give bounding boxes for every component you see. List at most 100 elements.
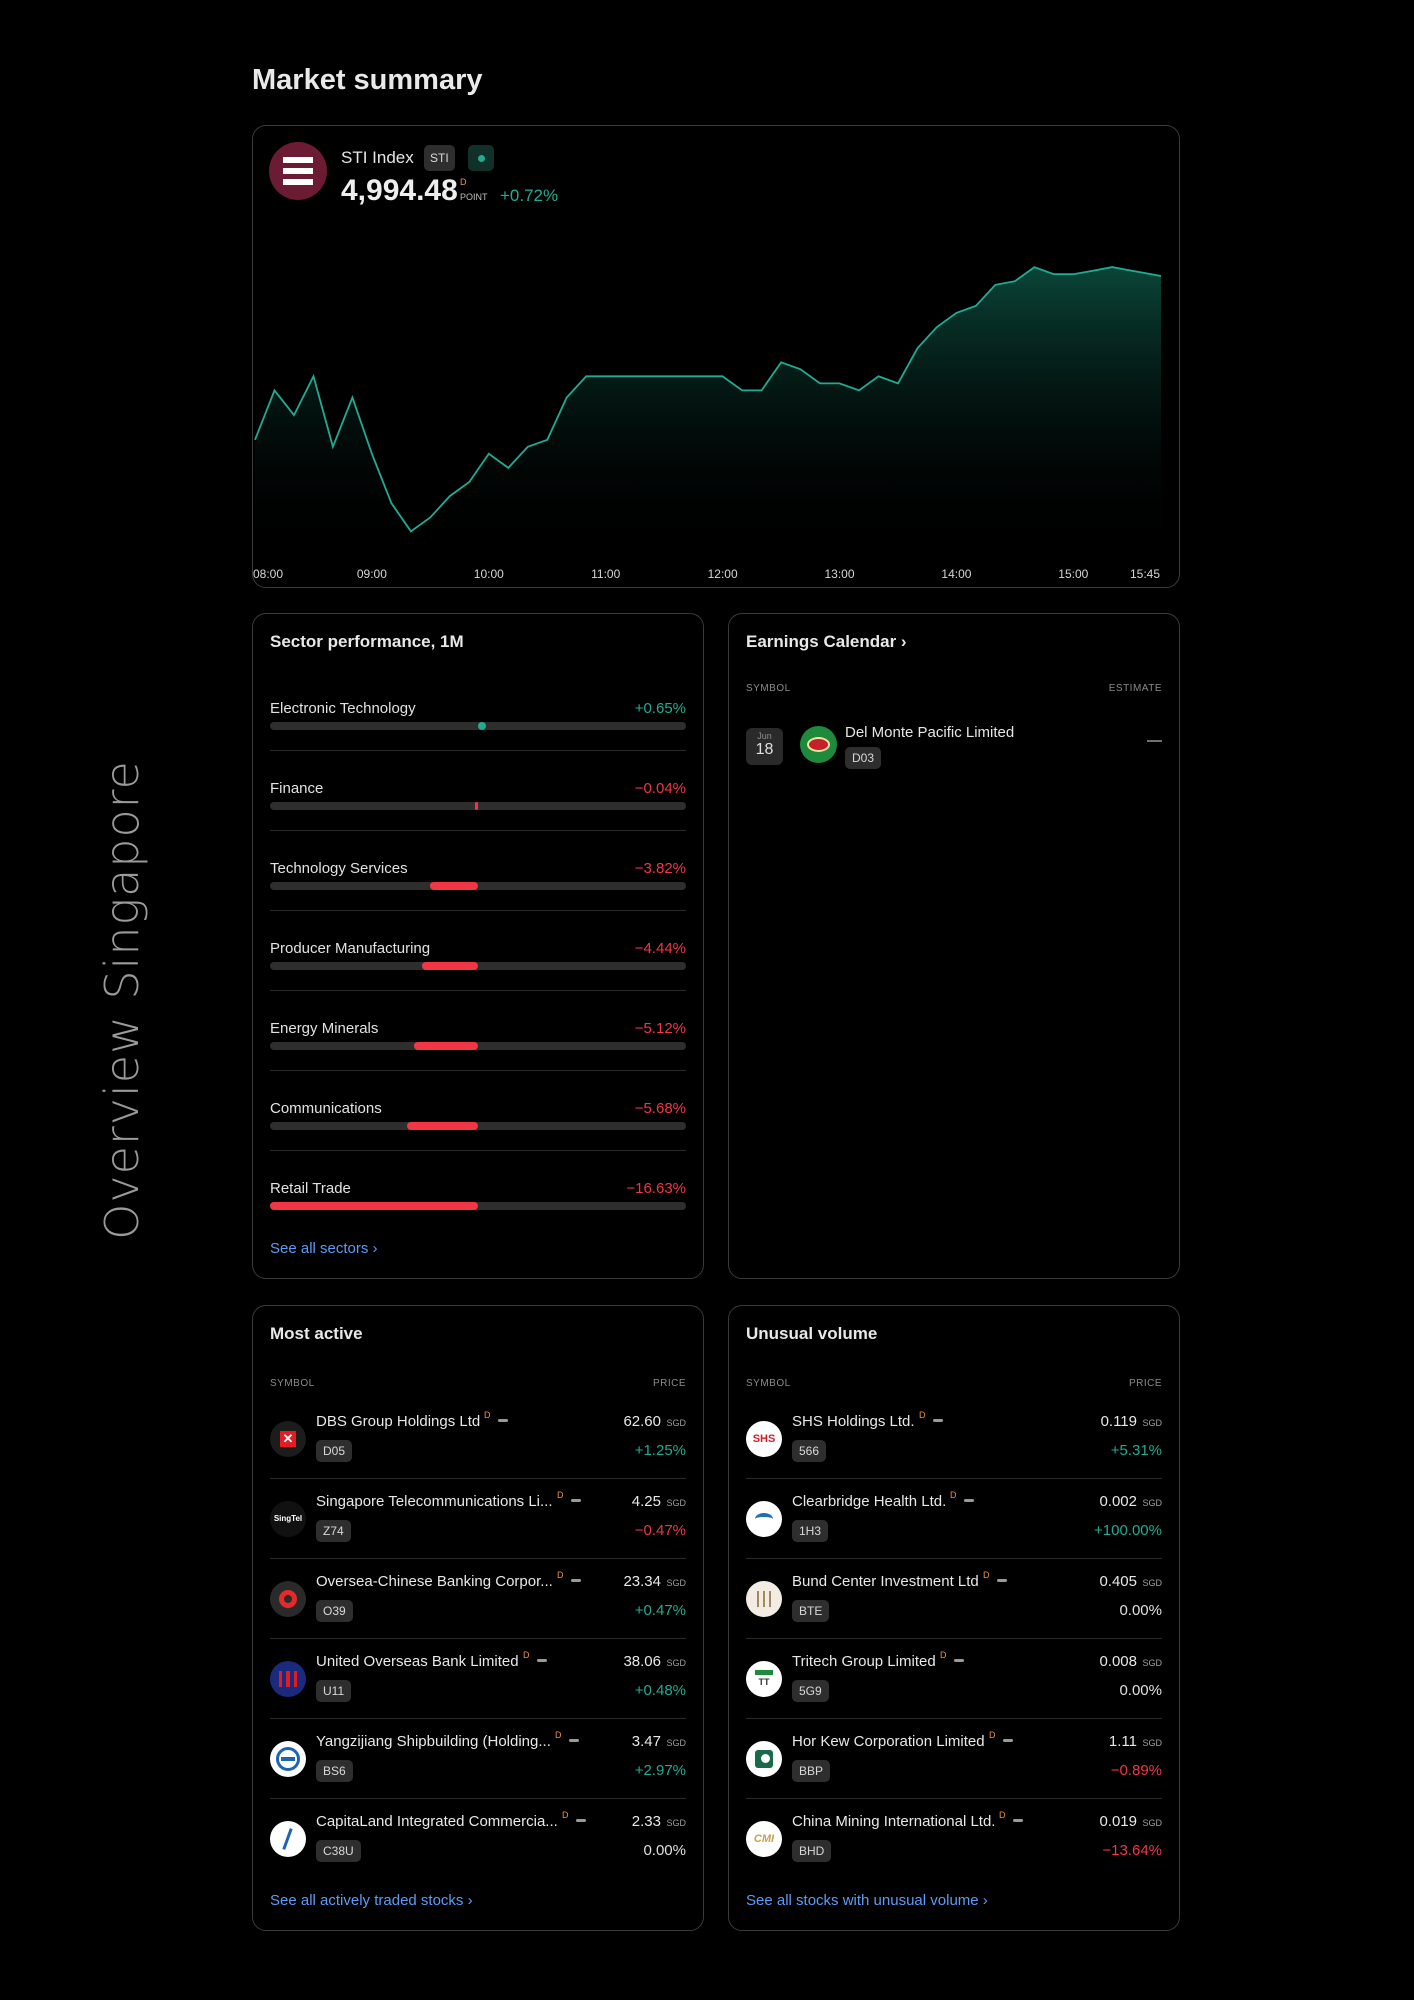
stock-name[interactable]: China Mining International Ltd. <box>792 1813 995 1830</box>
stock-name[interactable]: Singapore Telecommunications Li... <box>316 1493 553 1510</box>
row-divider <box>746 1718 1162 1719</box>
index-name[interactable]: STI Index <box>341 148 414 168</box>
sector-bar-track <box>270 802 686 810</box>
stock-ticker: BTE <box>792 1600 830 1622</box>
status-dash-icon <box>571 1579 581 1582</box>
unusual-volume-title: Unusual volume <box>746 1324 878 1343</box>
stock-name[interactable]: CapitaLand Integrated Commercia... <box>316 1813 558 1830</box>
x-tick-label: 12:00 <box>708 567 738 581</box>
cmi-logo-icon: CMI <box>746 1821 782 1857</box>
stock-row[interactable]: SHS SHS Holdings Ltd. D 566 0.119 SGD +5.31% <box>746 1409 1162 1489</box>
stock-name[interactable]: Tritech Group Limited <box>792 1653 936 1670</box>
sector-row[interactable]: Energy Minerals −5.12% <box>270 1020 686 1100</box>
market-status-icon <box>468 145 494 171</box>
earnings-company-name[interactable]: Del Monte Pacific Limited <box>845 724 1014 741</box>
stock-row[interactable]: TT Tritech Group Limited D 5G9 0.008 SGD 0.00% <box>746 1649 1162 1729</box>
stock-row[interactable]: SingTel Singapore Telecommunications Li..… <box>270 1489 686 1569</box>
delayed-marker: D <box>983 1570 990 1580</box>
stock-row[interactable]: United Overseas Bank Limited D U11 38.06 SGD… <box>270 1649 686 1729</box>
sector-title: Sector performance, 1M <box>270 632 464 651</box>
most-active-title: Most active <box>270 1324 363 1343</box>
stock-name[interactable]: Bund Center Investment Ltd <box>792 1573 979 1590</box>
sector-row[interactable]: Electronic Technology +0.65% <box>270 700 686 780</box>
earnings-date: Jun 18 <box>746 728 783 765</box>
stock-currency: SGD <box>666 1418 686 1428</box>
sector-name: Retail Trade <box>270 1180 351 1197</box>
stock-change: −0.47% <box>634 1522 686 1539</box>
x-tick-label: 08:00 <box>253 567 283 581</box>
stock-price: 38.06 <box>623 1653 661 1670</box>
sector-change: −4.44% <box>634 940 686 957</box>
status-dash-icon <box>1003 1739 1013 1742</box>
stock-change: +0.47% <box>634 1602 686 1619</box>
index-card[interactable]: STI Index STI 4,994.48 D POINT +0.72% 08… <box>252 125 1180 588</box>
stock-change: +1.25% <box>634 1442 686 1459</box>
earnings-ticker: D03 <box>845 747 882 769</box>
row-divider <box>746 1798 1162 1799</box>
stock-currency: SGD <box>1142 1818 1162 1828</box>
stock-name[interactable]: SHS Holdings Ltd. <box>792 1413 915 1430</box>
row-divider <box>270 910 686 911</box>
earnings-title[interactable]: Earnings Calendar › <box>746 632 907 652</box>
sector-row[interactable]: Producer Manufacturing −4.44% <box>270 940 686 1020</box>
stock-ticker: O39 <box>316 1600 353 1622</box>
side-label: Overview Singapore <box>95 760 149 1240</box>
stock-name[interactable]: United Overseas Bank Limited <box>316 1653 519 1670</box>
status-dash-icon <box>537 1659 547 1662</box>
stock-name[interactable]: Clearbridge Health Ltd. <box>792 1493 946 1510</box>
stock-row[interactable]: Clearbridge Health Ltd. D 1H3 0.002 SGD +100.… <box>746 1489 1162 1569</box>
sector-name: Electronic Technology <box>270 700 416 717</box>
stock-price: 3.47 <box>631 1733 661 1750</box>
row-divider <box>270 750 686 751</box>
row-divider <box>270 1558 686 1559</box>
stock-row[interactable]: Bund Center Investment Ltd D BTE 0.405 SGD 0.… <box>746 1569 1162 1649</box>
stock-price: 23.34 <box>623 1573 661 1590</box>
see-all-unusual-link[interactable]: See all stocks with unusual volume › <box>746 1892 988 1909</box>
stock-row[interactable]: Oversea-Chinese Banking Corpor... D O39 23.… <box>270 1569 686 1649</box>
index-change: +0.72% <box>500 186 559 205</box>
sector-change: −0.04% <box>634 780 686 797</box>
stock-name[interactable]: Yangzijiang Shipbuilding (Holding... <box>316 1733 551 1750</box>
most-active-symbol-header: SYMBOL <box>270 1378 315 1389</box>
earnings-estimate-header: ESTIMATE <box>1108 683 1162 694</box>
index-chart[interactable]: 08:00 09:00 10:00 11:00 12:00 13:00 14:00 15:00… <box>253 236 1179 586</box>
sector-row[interactable]: Technology Services −3.82% <box>270 860 686 940</box>
singtel-logo-icon: SingTel <box>270 1501 306 1537</box>
stock-ticker: U11 <box>316 1680 352 1702</box>
stock-change: −13.64% <box>1102 1842 1162 1859</box>
stock-name[interactable]: DBS Group Holdings Ltd <box>316 1413 480 1430</box>
delayed-marker: D <box>989 1730 996 1740</box>
earnings-month: Jun <box>757 731 772 741</box>
stock-price: 1.11 <box>1108 1733 1137 1750</box>
stock-name[interactable]: Hor Kew Corporation Limited <box>792 1733 985 1750</box>
status-dash-icon <box>933 1419 943 1422</box>
delayed-marker: D <box>523 1650 530 1660</box>
sector-bar-fill <box>475 802 478 810</box>
sector-change: +0.65% <box>634 700 686 717</box>
stock-name[interactable]: Oversea-Chinese Banking Corpor... <box>316 1573 553 1590</box>
index-ticker-badge: STI <box>424 145 455 171</box>
stock-row[interactable]: CapitaLand Integrated Commercia... D C38U 2… <box>270 1809 686 1889</box>
delayed-marker: D <box>557 1490 564 1500</box>
stock-row[interactable]: Yangzijiang Shipbuilding (Holding... D BS6… <box>270 1729 686 1809</box>
see-all-active-link[interactable]: See all actively traded stocks › <box>270 1892 473 1909</box>
sector-row[interactable]: Finance −0.04% <box>270 780 686 860</box>
sector-name: Producer Manufacturing <box>270 940 431 957</box>
sector-bar-track <box>270 1042 686 1050</box>
status-dash-icon <box>964 1499 974 1502</box>
capitaland-logo-icon <box>270 1821 306 1857</box>
sector-row[interactable]: Communications −5.68% <box>270 1100 686 1180</box>
stock-row[interactable]: Hor Kew Corporation Limited D BBP 1.11 SGD −0… <box>746 1729 1162 1809</box>
stock-price: 4.25 <box>631 1493 661 1510</box>
delayed-marker: D <box>999 1810 1006 1820</box>
stock-ticker: BHD <box>792 1840 832 1862</box>
row-divider <box>270 830 686 831</box>
stock-row[interactable]: ✕ DBS Group Holdings Ltd D D05 62.60 SGD +1.25… <box>270 1409 686 1489</box>
stock-row[interactable]: CMI China Mining International Ltd. D BHD 0.… <box>746 1809 1162 1889</box>
see-all-sectors-link[interactable]: See all sectors › <box>270 1240 378 1257</box>
sector-bar-fill <box>270 1202 478 1210</box>
sector-bar-track <box>270 962 686 970</box>
sector-performance-card: Sector performance, 1M Electronic Techno… <box>252 613 704 1279</box>
sector-bar-track <box>270 882 686 890</box>
stock-ticker: 566 <box>792 1440 827 1462</box>
